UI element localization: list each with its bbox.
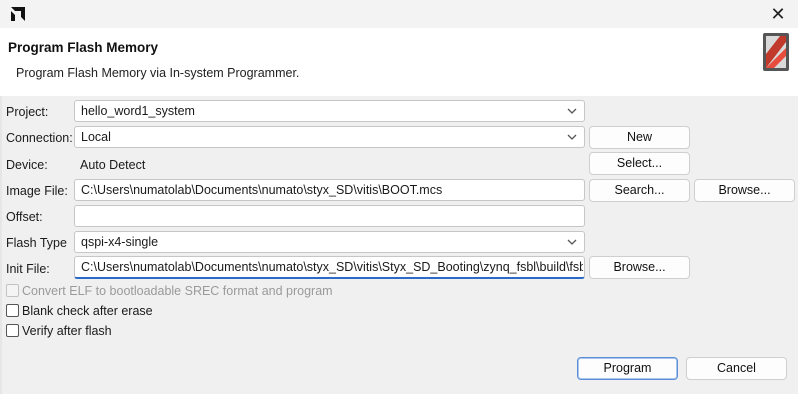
cancel-button[interactable]: Cancel <box>686 357 787 380</box>
verify-label: Verify after flash <box>22 324 112 338</box>
chevron-down-icon <box>567 134 577 140</box>
image-browse-button[interactable]: Browse... <box>694 179 795 202</box>
dialog-description: Program Flash Memory via In-system Progr… <box>16 66 300 80</box>
chevron-down-icon <box>567 108 577 114</box>
chevron-down-icon <box>567 239 577 245</box>
connection-label: Connection: <box>6 131 73 145</box>
new-connection-button[interactable]: New <box>589 126 690 149</box>
connection-combo[interactable]: Local <box>74 126 585 148</box>
flash-type-combo[interactable]: qspi-x4-single <box>74 231 585 253</box>
device-value: Auto Detect <box>80 158 146 172</box>
flash-type-label: Flash Type <box>6 236 67 250</box>
blank-check-checkbox[interactable] <box>6 304 19 317</box>
init-file-input[interactable]: C:\Users\numatolab\Documents\numato\styx… <box>74 256 585 279</box>
title-bar: ✕ <box>0 0 798 28</box>
project-combo[interactable]: hello_word1_system <box>74 100 585 122</box>
convert-elf-label: Convert ELF to bootloadable SREC format … <box>22 284 333 298</box>
amd-logo-icon <box>11 7 25 21</box>
offset-label: Offset: <box>6 210 43 224</box>
image-file-label: Image File: <box>6 184 68 198</box>
flash-type-value: qspi-x4-single <box>81 235 159 249</box>
dialog-title: Program Flash Memory <box>8 40 159 55</box>
init-file-label: Init File: <box>6 262 50 276</box>
project-label: Project: <box>6 105 49 119</box>
flash-memory-icon <box>763 33 789 71</box>
verify-checkbox[interactable] <box>6 324 19 337</box>
dialog-header: Program Flash Memory Program Flash Memor… <box>0 28 798 96</box>
device-label: Device: <box>6 158 48 172</box>
select-device-button[interactable]: Select... <box>589 152 690 175</box>
close-window-button[interactable]: ✕ <box>766 3 790 25</box>
image-file-input[interactable]: C:\Users\numatolab\Documents\numato\styx… <box>74 179 585 201</box>
image-file-value: C:\Users\numatolab\Documents\numato\styx… <box>81 183 443 197</box>
init-browse-button[interactable]: Browse... <box>589 256 690 279</box>
image-search-button[interactable]: Search... <box>589 179 690 202</box>
project-value: hello_word1_system <box>81 104 195 118</box>
connection-value: Local <box>81 130 111 144</box>
offset-input[interactable] <box>74 205 585 227</box>
convert-elf-checkbox[interactable] <box>6 284 19 297</box>
program-button[interactable]: Program <box>577 357 678 380</box>
init-file-value: C:\Users\numatolab\Documents\numato\styx… <box>81 260 583 274</box>
blank-check-label: Blank check after erase <box>22 304 153 318</box>
left-edge-strip <box>0 96 2 394</box>
